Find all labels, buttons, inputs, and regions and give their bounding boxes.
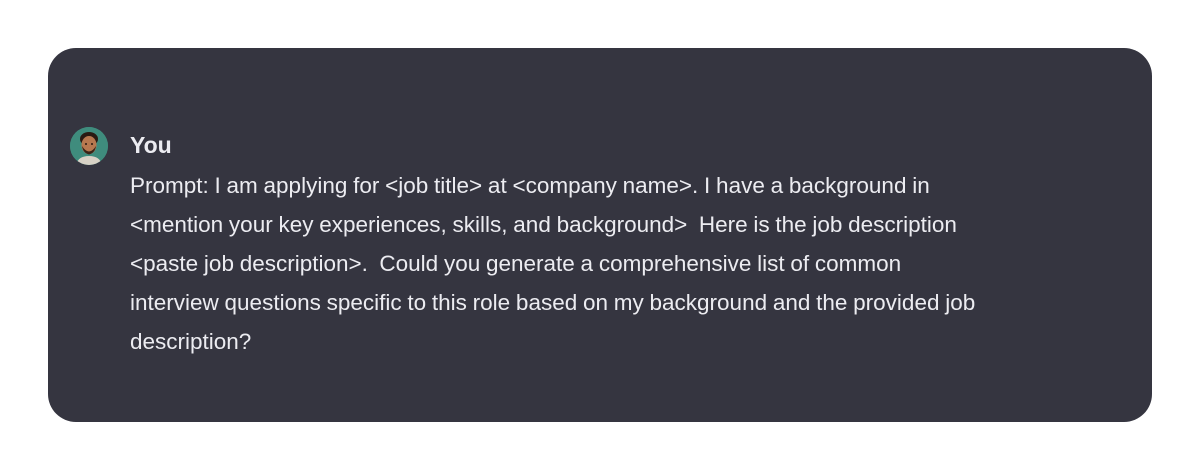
message-author: You	[130, 132, 172, 158]
message-text: Prompt: I am applying for <job title> at…	[130, 166, 1130, 361]
message-line: interview questions specific to this rol…	[130, 290, 976, 315]
message-line: <paste job description>. Could you gener…	[130, 251, 902, 276]
message-line: <mention your key experiences, skills, a…	[130, 212, 957, 237]
user-avatar	[70, 127, 108, 165]
message-line: description?	[130, 329, 252, 354]
message-line: Prompt: I am applying for <job title> at…	[130, 173, 930, 198]
avatar-photo-icon	[70, 127, 108, 165]
